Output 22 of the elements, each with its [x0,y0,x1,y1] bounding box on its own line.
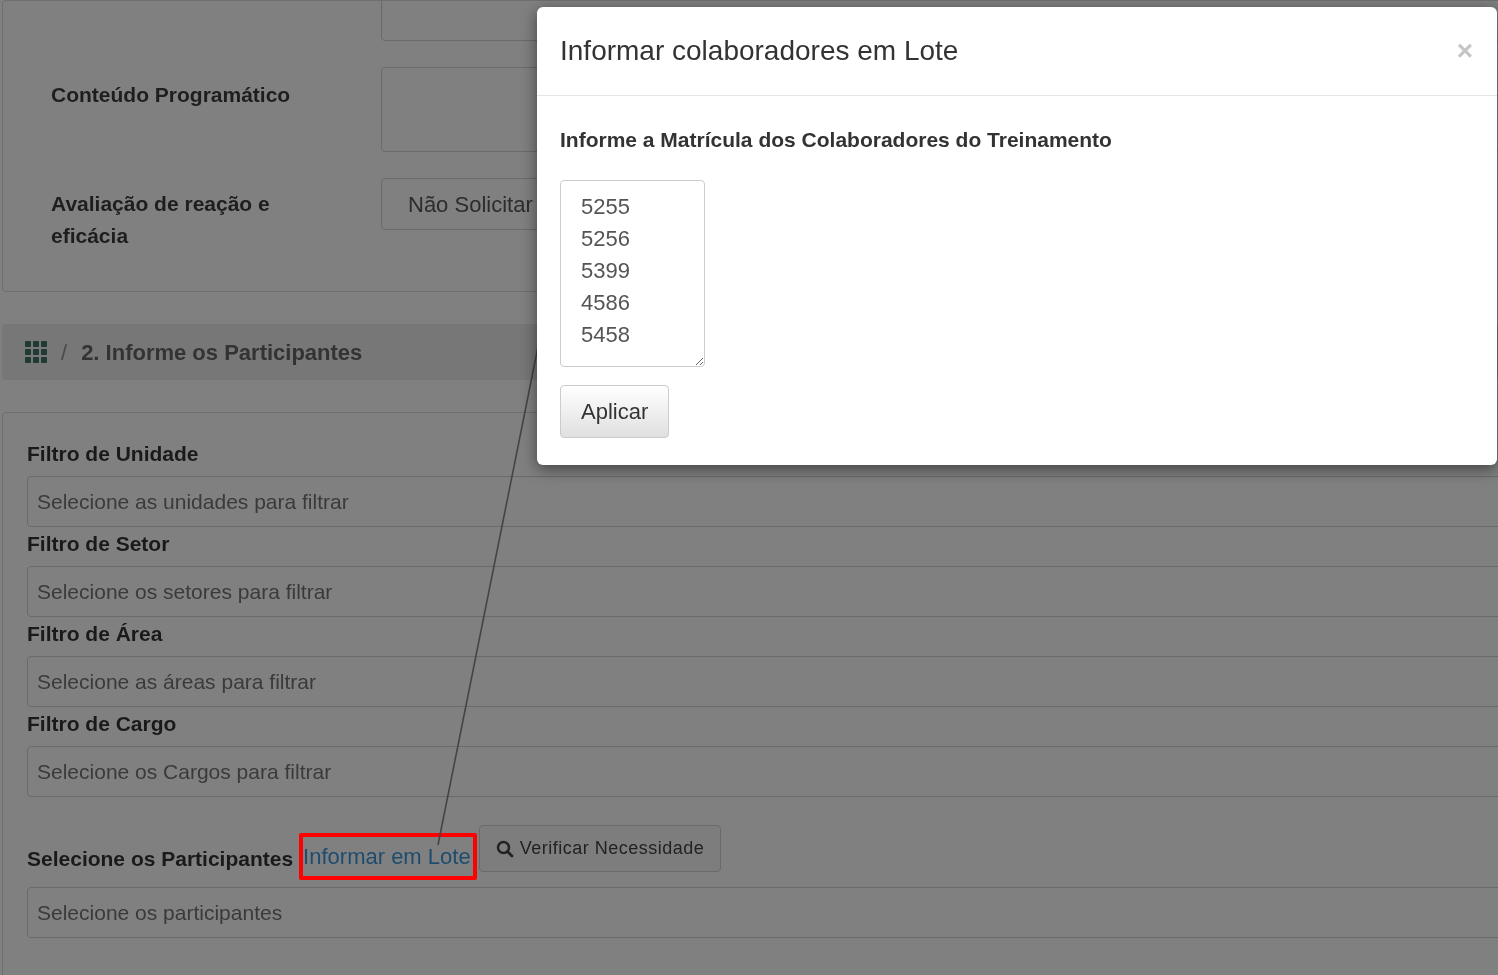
filter-field[interactable]: Selecione os Cargos para filtrar [27,746,1498,797]
filter-label: Filtro de Cargo [27,711,177,737]
filter-label: Filtro de Setor [27,531,170,557]
filter-label: Filtro de Unidade [27,441,199,467]
filter-field[interactable]: Selecione as unidades para filtrar [27,476,1498,527]
field-label: Avaliação de reação e eficácia [51,191,271,249]
filter-field[interactable]: Selecione as áreas para filtrar [27,656,1498,707]
grid-icon [25,341,47,363]
field-label: Conteúdo Programático [51,83,291,106]
filter-field[interactable]: Selecione os setores para filtrar [27,566,1498,617]
modal-title: Informar colaboradores em Lote [560,34,959,68]
batch-link[interactable]: Informar em Lote [303,840,471,873]
instruction-text: Informe a Matrícula dos Colaboradores do Treinamento [560,127,1112,153]
participants-label: Selecione os Participantes [27,845,294,872]
section-title: 2. Informe os Participantes [81,338,363,367]
search-icon [495,839,514,858]
participants-field[interactable]: Selecione os participantes [27,887,1498,938]
apply-button[interactable]: Aplicar [560,384,670,438]
breadcrumb-separator: / [61,338,68,367]
verify-button[interactable]: Verificar Necessidade [478,825,722,872]
registration-text-area[interactable]: 5255 5256 5399 4586 5458 [560,179,705,367]
filter-label: Filtro de Área [27,621,163,647]
